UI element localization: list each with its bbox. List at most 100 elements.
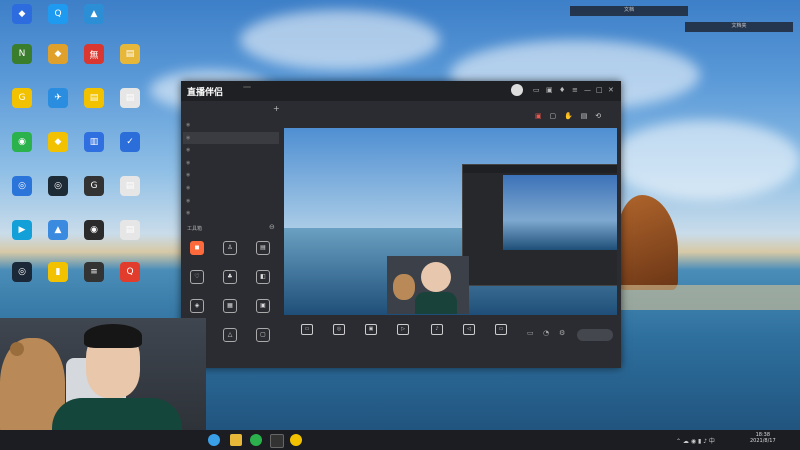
scene-row[interactable]: ◉	[183, 195, 279, 207]
beach	[620, 285, 800, 310]
shopping-icon[interactable]: ▤	[581, 112, 588, 120]
add-scene-icon[interactable]: +	[273, 104, 280, 113]
desktop-icon[interactable]: ▮	[40, 262, 76, 284]
scene-row[interactable]: ◉	[183, 207, 279, 219]
desktop-icon[interactable]: ≡	[76, 262, 112, 284]
desktop-icon[interactable]: ▤	[76, 88, 112, 110]
close-icon[interactable]: ✕	[608, 86, 614, 94]
gift-icon[interactable]: ▣	[535, 112, 542, 120]
desktop-icon[interactable]: ✓	[112, 132, 148, 154]
desktop-icon[interactable]: ▲	[76, 4, 112, 26]
desktop-icon[interactable]: ◎	[4, 262, 40, 284]
tray-icons[interactable]: ⌃ ☁ ◉ ▮ ♪ 中	[676, 436, 715, 445]
minimize-icon[interactable]: —	[584, 86, 591, 94]
desktop-icon[interactable]: ◆	[40, 44, 76, 66]
gear-icon[interactable]: ⚙	[559, 329, 565, 337]
eye-icon[interactable]: ◉	[186, 135, 190, 141]
app-icon: ◎	[12, 262, 32, 282]
tool-item[interactable]: ▢	[249, 328, 277, 344]
eye-icon[interactable]: ◉	[186, 198, 190, 204]
desktop-icon[interactable]: G	[76, 176, 112, 198]
search-icon[interactable]	[208, 434, 220, 446]
wechat-icon[interactable]	[250, 434, 262, 446]
desktop-top-widget[interactable]: 文档夹	[685, 22, 793, 32]
bottom-button[interactable]: ♪	[422, 324, 452, 337]
shirt-icon[interactable]: ♦	[559, 86, 565, 94]
bottom-button-icon: ◎	[333, 324, 345, 335]
app-icon: ✓	[120, 132, 140, 152]
webcam-overlay	[387, 256, 469, 314]
speed-icon[interactable]: ◔	[543, 329, 549, 337]
scene-row[interactable]: ◉	[183, 169, 279, 181]
desktop-icon[interactable]: ◆	[4, 4, 40, 26]
bottom-button[interactable]: ▭	[292, 324, 322, 337]
tool-item[interactable]: ◼	[183, 241, 211, 257]
camera-settings-icon[interactable]: ▭	[527, 329, 534, 337]
folder-icon[interactable]	[230, 434, 242, 446]
tool-item[interactable]: ♡	[183, 270, 211, 286]
live-preview[interactable]	[284, 128, 617, 315]
desktop-top-widget[interactable]: 文档	[570, 6, 688, 16]
desktop-icon[interactable]: ◆	[40, 132, 76, 154]
scene-row[interactable]: ◉	[183, 119, 279, 131]
desktop-icon[interactable]: ▤	[112, 176, 148, 198]
scene-row[interactable]: ◉	[183, 144, 279, 156]
desktop-icon[interactable]: G	[4, 88, 40, 110]
clock[interactable]: 18:38 2021/8/17	[750, 432, 776, 444]
collapse-icon[interactable]: ⊖	[269, 223, 275, 231]
avatar[interactable]	[511, 84, 523, 96]
maximize-icon[interactable]: □	[596, 86, 603, 94]
share-icon[interactable]: ⟲	[595, 112, 601, 120]
eye-icon[interactable]: ◉	[186, 210, 190, 216]
version-badge[interactable]	[243, 86, 251, 88]
app-icon: ▲	[48, 220, 68, 240]
message-icon[interactable]: ▭	[533, 86, 540, 94]
tool-item[interactable]: ▣	[249, 299, 277, 315]
app-icon[interactable]	[270, 434, 284, 448]
app-icon[interactable]	[290, 434, 302, 446]
desktop-icon[interactable]: ✈	[40, 88, 76, 110]
scene-row[interactable]: ◉	[183, 182, 279, 194]
start-live-button[interactable]	[577, 329, 613, 341]
eye-icon[interactable]: ◉	[186, 172, 190, 178]
tool-item[interactable]: ◧	[249, 270, 277, 286]
eye-icon[interactable]: ◉	[186, 160, 190, 166]
hand-icon[interactable]: ✋	[564, 112, 573, 120]
desktop-icon[interactable]: N	[4, 44, 40, 66]
gift-icon[interactable]: ▣	[546, 86, 553, 94]
tool-item[interactable]: ♣	[216, 270, 244, 286]
tool-item[interactable]: △	[216, 328, 244, 344]
menu-icon[interactable]: ≡	[572, 86, 578, 94]
lock-icon[interactable]: ▢	[550, 112, 557, 120]
eye-icon[interactable]: ◉	[186, 147, 190, 153]
bottom-button[interactable]: ▣	[356, 324, 386, 337]
bottom-button[interactable]: ▭	[486, 324, 516, 337]
desktop-icon[interactable]: ▤	[112, 88, 148, 110]
desktop-icon[interactable]: ▤	[112, 44, 148, 66]
desktop-icon[interactable]: ▥	[76, 132, 112, 154]
desktop-icon[interactable]: Q	[112, 262, 148, 284]
desktop-icon[interactable]: ◎	[4, 176, 40, 198]
bottom-button[interactable]: ◁	[454, 324, 484, 337]
tool-item[interactable]: ◈	[183, 299, 211, 315]
desktop-icon[interactable]: ◎	[40, 176, 76, 198]
eye-icon[interactable]: ◉	[186, 185, 190, 191]
tool-item[interactable]: ♙	[216, 241, 244, 257]
desktop-icon[interactable]: Q	[40, 4, 76, 26]
desktop-icon[interactable]: ◉	[4, 132, 40, 154]
tool-item[interactable]: ▤	[249, 241, 277, 257]
desktop-icon[interactable]: ◉	[76, 220, 112, 242]
bottom-button[interactable]: ▷	[388, 324, 418, 337]
desktop-icon[interactable]: 無	[76, 44, 112, 66]
teddy-bear	[393, 274, 415, 300]
desktop-icon[interactable]: ▶	[4, 220, 40, 242]
bottom-button[interactable]: ◎	[324, 324, 354, 337]
eye-icon[interactable]: ◉	[186, 122, 190, 128]
tool-item[interactable]: ▦	[216, 299, 244, 315]
desktop-icon[interactable]: ▲	[40, 220, 76, 242]
desktop-icon[interactable]: ▤	[112, 220, 148, 242]
app-icon: ≡	[84, 262, 104, 282]
scene-row[interactable]: ◉	[183, 157, 279, 169]
scene-row[interactable]: ◉	[183, 131, 279, 144]
tool-icon: ◧	[256, 270, 270, 284]
